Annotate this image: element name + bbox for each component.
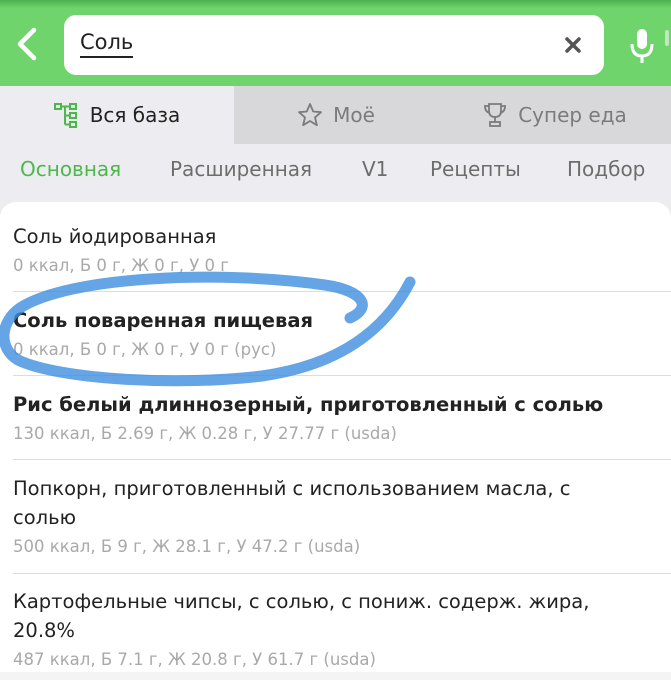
item-name: Рис белый длиннозерный, приготовленный с… bbox=[13, 393, 604, 416]
tab-super-food[interactable]: Супер еда bbox=[438, 86, 671, 144]
item-name: Соль поваренная пищевая bbox=[13, 309, 314, 332]
close-icon bbox=[565, 37, 581, 53]
item-nutrition: 130 ккал, Б 2.69 г, Ж 0.28 г, У 27.77 г … bbox=[13, 424, 397, 443]
results-list: Соль йодированная 0 ккал, Б 0 г, Ж 0 г, … bbox=[0, 202, 671, 672]
item-nutrition: 487 ккал, Б 7.1 г, Ж 20.8 г, У 61.7 г (u… bbox=[13, 650, 376, 669]
status-shadow bbox=[0, 0, 671, 8]
voice-search-button[interactable] bbox=[622, 22, 662, 70]
list-item[interactable]: Рис белый длиннозерный, приготовленный с… bbox=[0, 376, 671, 459]
item-name: Соль йодированная bbox=[13, 225, 217, 248]
tab-extended[interactable]: Расширенная bbox=[170, 157, 312, 181]
list-item[interactable]: Соль поваренная пищевая 0 ккал, Б 0 г, Ж… bbox=[0, 292, 671, 375]
tab-all-database[interactable]: Вся база bbox=[0, 86, 234, 144]
search-input[interactable]: Соль bbox=[80, 29, 134, 58]
tree-icon bbox=[53, 102, 80, 128]
tab-super-food-label: Супер еда bbox=[518, 103, 627, 127]
back-button[interactable] bbox=[4, 18, 50, 70]
list-item[interactable]: Попкорн, приготовленный с использованием… bbox=[0, 460, 671, 573]
app-toolbar: Соль bbox=[0, 0, 671, 86]
item-nutrition: 0 ккал, Б 0 г, Ж 0 г, У 0 г bbox=[13, 256, 229, 275]
star-icon bbox=[297, 102, 323, 128]
tab-basic[interactable]: Основная bbox=[20, 157, 121, 181]
bottom-edge bbox=[0, 672, 671, 680]
search-field[interactable]: Соль bbox=[64, 15, 604, 75]
item-name: Картофельные чипсы, с солью, с пониж. со… bbox=[13, 590, 590, 642]
item-nutrition: 500 ккал, Б 9 г, Ж 28.1 г, У 47.2 г (usd… bbox=[13, 537, 361, 556]
tab-mine-label: Моё bbox=[333, 103, 375, 127]
trophy-icon bbox=[482, 102, 508, 128]
source-tabs: Вся база Моё Супер еда bbox=[0, 86, 671, 144]
list-item[interactable]: Картофельные чипсы, с солью, с пониж. со… bbox=[0, 574, 671, 672]
tab-all-database-label: Вся база bbox=[89, 103, 181, 127]
microphone-icon bbox=[630, 29, 654, 63]
tab-v1[interactable]: V1 bbox=[362, 157, 388, 181]
item-name: Попкорн, приготовленный с использованием… bbox=[13, 477, 571, 529]
back-arrow-icon bbox=[17, 27, 37, 61]
clear-search-button[interactable] bbox=[560, 32, 586, 58]
tab-recipes[interactable]: Рецепты bbox=[430, 157, 521, 181]
tab-selection[interactable]: Подбор bbox=[567, 157, 645, 181]
item-nutrition: 0 ккал, Б 0 г, Ж 0 г, У 0 г (рус) bbox=[13, 340, 277, 359]
tab-mine[interactable]: Моё bbox=[234, 86, 438, 144]
list-item[interactable]: Соль йодированная 0 ккал, Б 0 г, Ж 0 г, … bbox=[0, 202, 671, 291]
category-tabs: Основная Расширенная V1 Рецепты Подбор bbox=[0, 144, 671, 202]
scroll-indicator bbox=[665, 30, 669, 46]
